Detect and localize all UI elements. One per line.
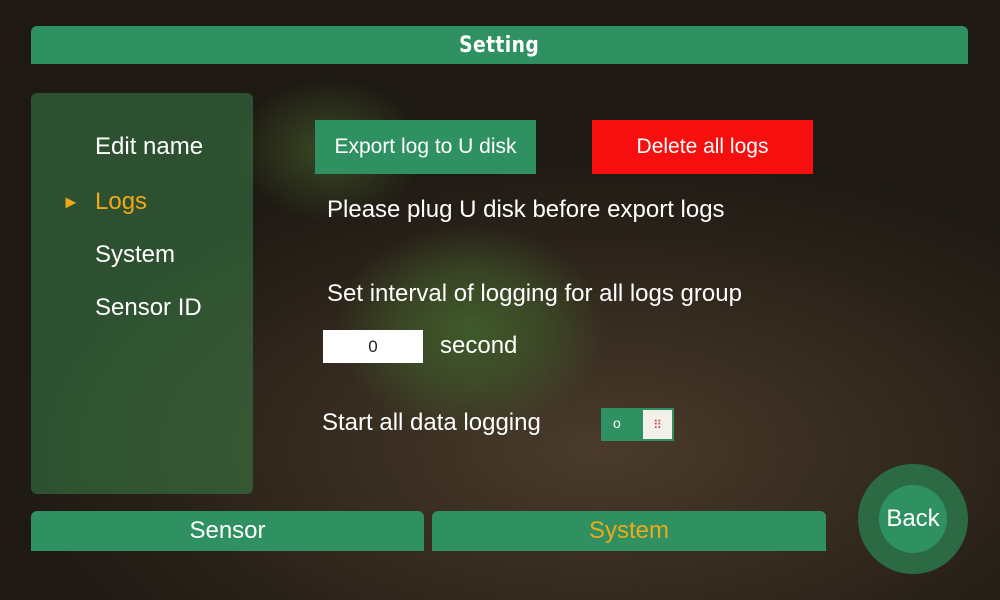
sidebar-item-logs[interactable]: Logs (95, 188, 147, 216)
start-logging-toggle[interactable]: o ⠿ (601, 408, 674, 441)
sidebar-item-sensor-id[interactable]: Sensor ID (95, 294, 202, 322)
back-button-ring: Back (858, 464, 968, 574)
page-title: Setting (459, 32, 540, 58)
active-arrow-icon: ► (62, 192, 80, 212)
sidebar-item-system[interactable]: System (95, 241, 175, 269)
sidebar-item-edit-name[interactable]: Edit name (95, 133, 203, 161)
tab-sensor[interactable]: Sensor (31, 511, 424, 551)
plug-usb-hint: Please plug U disk before export logs (327, 196, 725, 223)
export-log-button[interactable]: Export log to U disk (315, 120, 536, 174)
tab-system[interactable]: System (432, 511, 826, 551)
grip-icon: ⠿ (653, 417, 662, 432)
start-logging-label: Start all data logging (322, 409, 541, 436)
title-bar: Setting (31, 26, 968, 64)
back-button[interactable]: Back (879, 485, 947, 553)
interval-input[interactable] (323, 330, 423, 363)
interval-unit-label: second (440, 332, 518, 359)
toggle-knob: ⠿ (643, 410, 672, 439)
toggle-off-label: o (613, 415, 621, 431)
sidebar: Edit name ► Logs System Sensor ID (31, 93, 253, 494)
interval-label: Set interval of logging for all logs gro… (327, 280, 742, 307)
delete-all-logs-button[interactable]: Delete all logs (592, 120, 813, 174)
